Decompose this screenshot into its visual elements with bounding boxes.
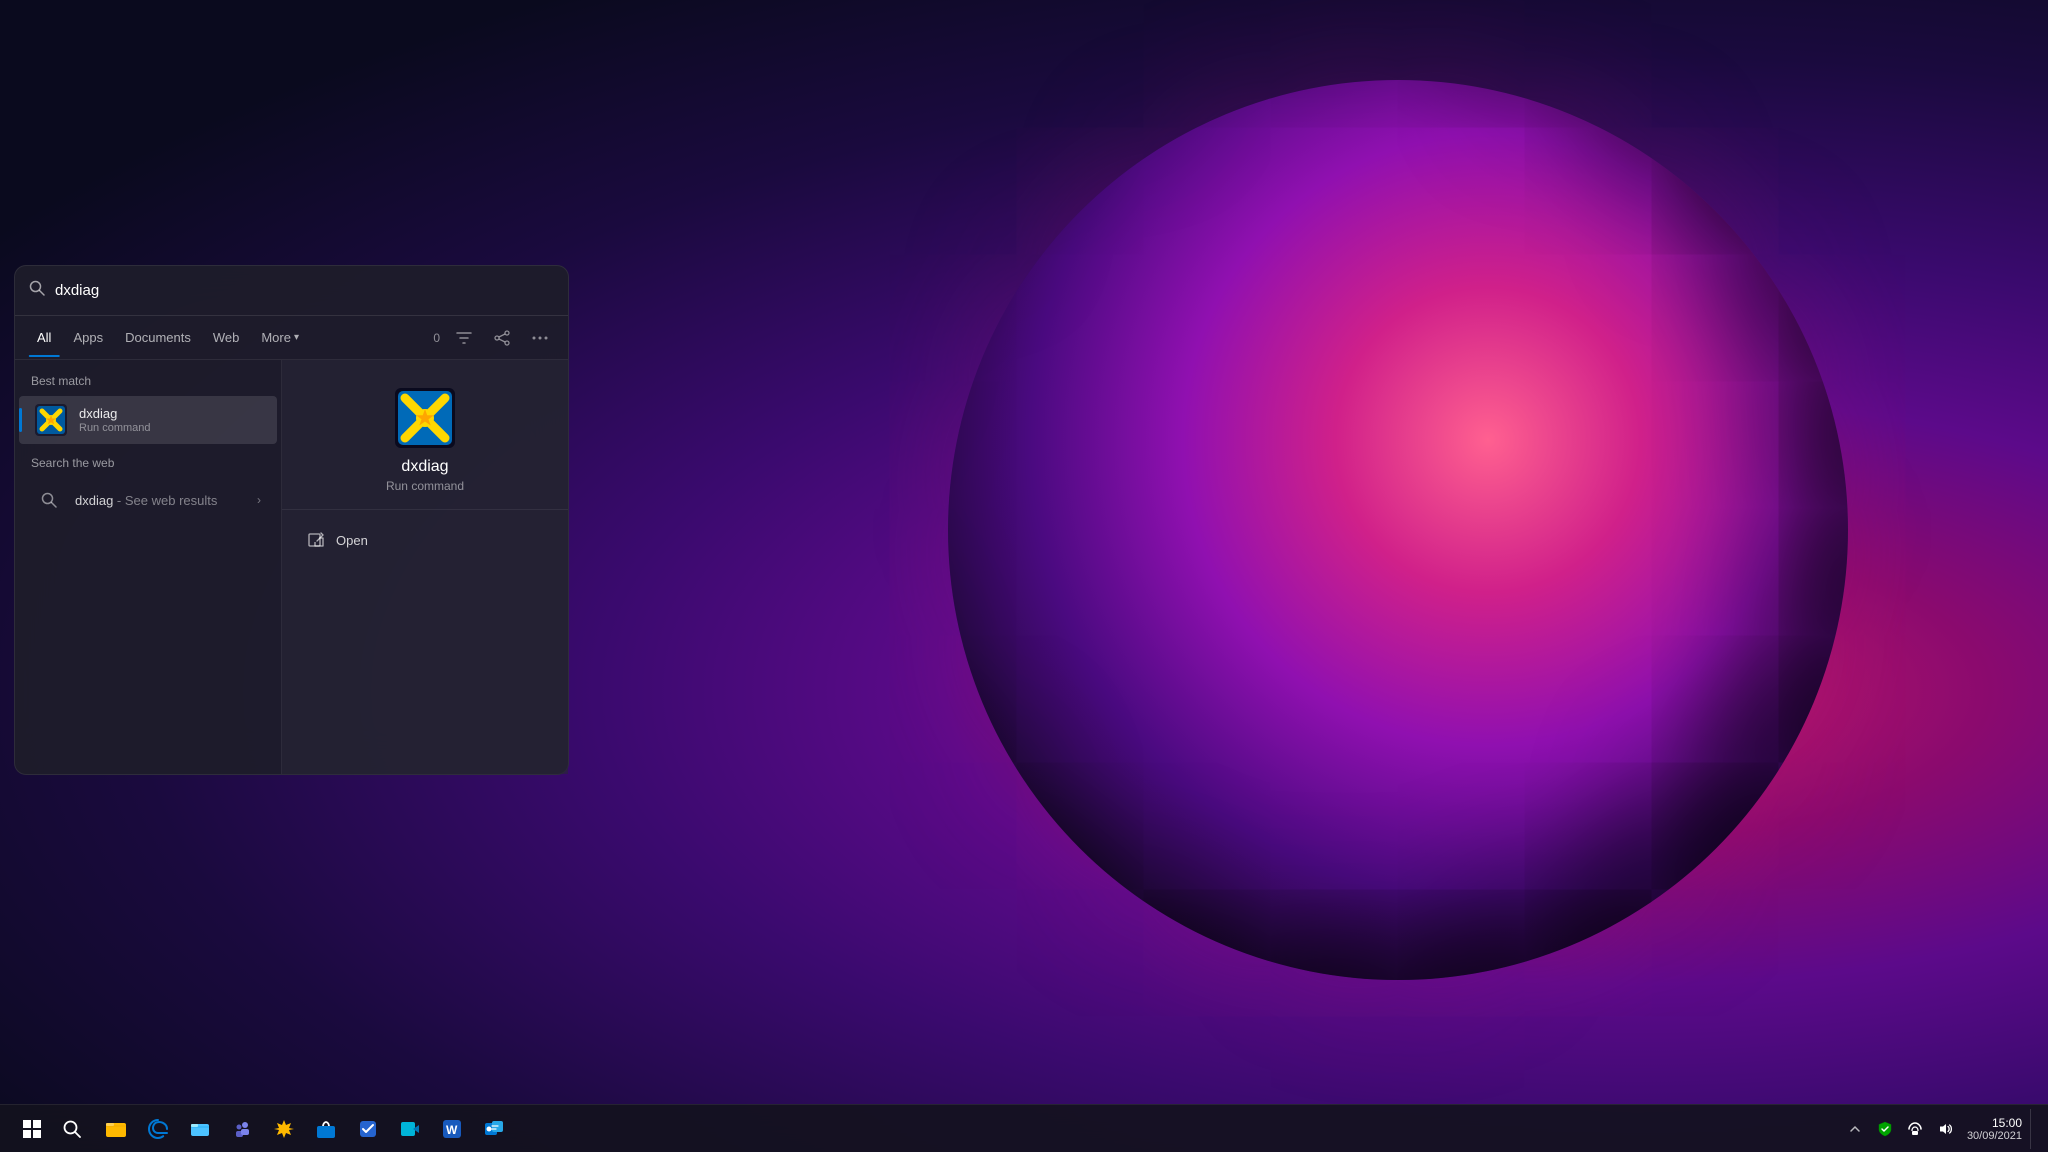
taskbar-app-store[interactable] xyxy=(306,1109,346,1149)
best-match-name: dxdiag xyxy=(79,406,261,421)
tab-more[interactable]: More ▾ xyxy=(253,326,307,349)
system-tray xyxy=(1841,1115,1959,1143)
search-web-text: dxdiag - See web results xyxy=(75,493,257,508)
search-web-suffix: - See web results xyxy=(117,493,217,508)
best-match-label: Best match xyxy=(15,374,281,396)
taskbar-app-file-explorer[interactable] xyxy=(96,1109,136,1149)
open-icon xyxy=(306,530,326,550)
search-web-item[interactable]: dxdiag - See web results › xyxy=(19,478,277,522)
tray-network-icon[interactable] xyxy=(1901,1115,1929,1143)
svg-text:W: W xyxy=(446,1123,458,1137)
search-panel: All Apps Documents Web More ▾ 0 xyxy=(14,265,569,775)
tray-volume-icon[interactable] xyxy=(1931,1115,1959,1143)
search-bar xyxy=(15,266,568,316)
clock-area[interactable]: 15:00 30/09/2021 xyxy=(1959,1114,2030,1144)
desktop: All Apps Documents Web More ▾ 0 xyxy=(0,0,2048,1152)
taskbar-search-button[interactable] xyxy=(52,1109,92,1149)
best-match-item[interactable]: dxdiag Run command xyxy=(19,396,277,444)
tabs-row: All Apps Documents Web More ▾ 0 xyxy=(15,316,568,360)
tray-security-icon[interactable] xyxy=(1871,1115,1899,1143)
web-search-icon xyxy=(35,486,63,514)
tab-web[interactable]: Web xyxy=(205,326,248,349)
filter-count: 0 xyxy=(433,331,440,345)
right-panel: dxdiag Run command xyxy=(282,360,568,774)
best-match-text: dxdiag Run command xyxy=(79,406,261,434)
taskbar-app-clipchamp[interactable] xyxy=(390,1109,430,1149)
chevron-down-icon: ▾ xyxy=(294,332,299,343)
clock-date: 30/09/2021 xyxy=(1967,1130,2022,1142)
app-detail-name: dxdiag xyxy=(401,458,448,476)
filter-button[interactable] xyxy=(450,324,478,352)
tab-all[interactable]: All xyxy=(29,326,59,349)
open-action[interactable]: Open xyxy=(298,524,552,556)
search-web-label: Search the web xyxy=(15,456,281,478)
search-input[interactable] xyxy=(55,282,554,299)
dxdiag-result-icon xyxy=(35,404,67,436)
taskbar: W xyxy=(0,1104,2048,1152)
app-detail-icon xyxy=(395,388,455,448)
tab-documents[interactable]: Documents xyxy=(117,326,199,349)
tab-apps[interactable]: Apps xyxy=(65,326,111,349)
taskbar-app-outlook[interactable] xyxy=(474,1109,514,1149)
taskbar-app-todo[interactable] xyxy=(348,1109,388,1149)
taskbar-apps: W xyxy=(96,1109,968,1149)
search-web-section: Search the web dxdiag - See web results xyxy=(15,456,281,522)
share-button[interactable] xyxy=(488,324,516,352)
taskbar-app-teams[interactable] xyxy=(222,1109,262,1149)
best-match-subtitle: Run command xyxy=(79,422,261,434)
taskbar-app-edge[interactable] xyxy=(138,1109,178,1149)
show-desktop-button[interactable] xyxy=(2030,1109,2036,1149)
tabs-actions: 0 xyxy=(433,324,554,352)
taskbar-app-folder[interactable] xyxy=(180,1109,220,1149)
desktop-orb xyxy=(948,80,1848,980)
search-icon xyxy=(29,280,45,301)
taskbar-app-photos[interactable] xyxy=(264,1109,304,1149)
app-actions: Open xyxy=(282,510,568,570)
taskbar-app-word[interactable]: W xyxy=(432,1109,472,1149)
left-panel: Best match xyxy=(15,360,282,774)
clock-time: 15:00 xyxy=(1992,1116,2022,1130)
start-button[interactable] xyxy=(12,1109,52,1149)
more-options-button[interactable] xyxy=(526,324,554,352)
tray-chevron-up[interactable] xyxy=(1841,1115,1869,1143)
search-content: Best match xyxy=(15,360,568,774)
app-detail-subtitle: Run command xyxy=(386,479,464,493)
app-detail: dxdiag Run command xyxy=(282,360,568,510)
open-label: Open xyxy=(336,533,368,548)
search-web-arrow: › xyxy=(257,493,261,507)
search-web-query: dxdiag - See web results xyxy=(75,493,257,508)
